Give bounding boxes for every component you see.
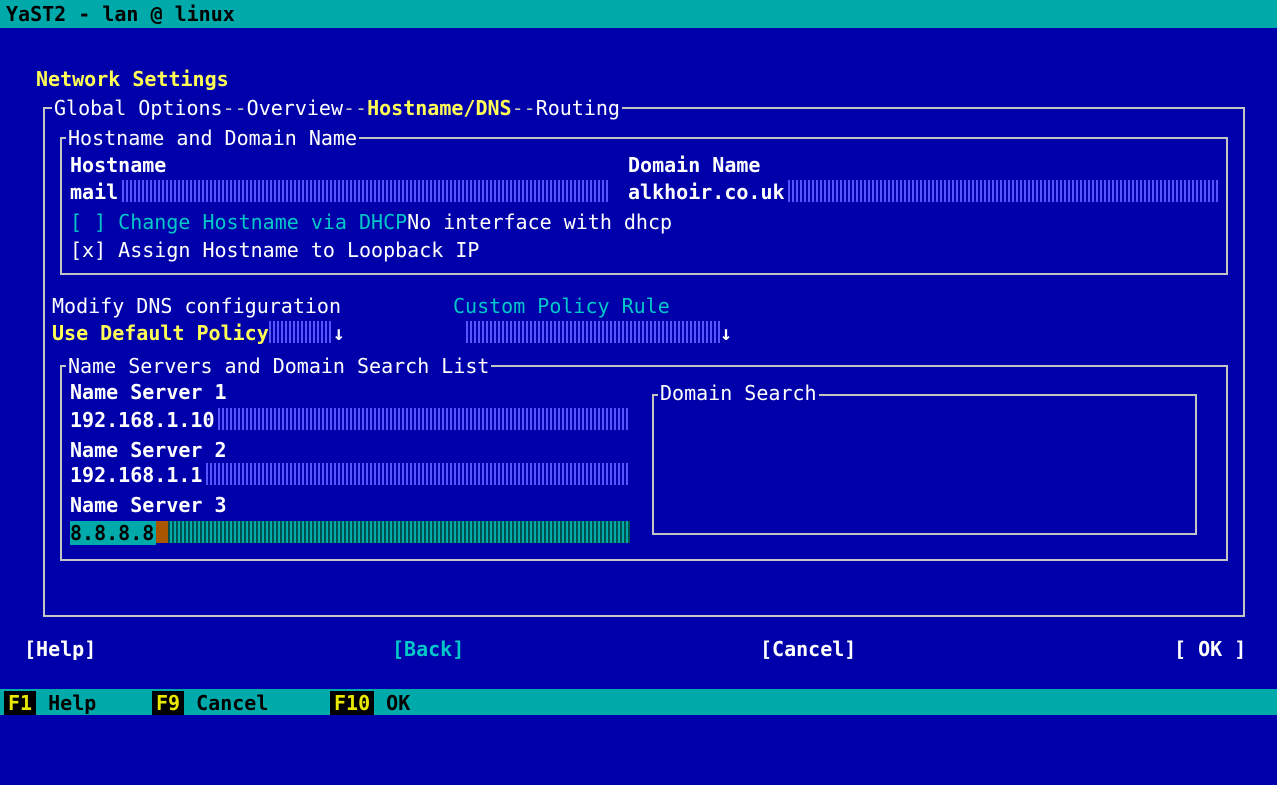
hostname-value: mail: [70, 180, 121, 204]
page-title: Network Settings: [36, 67, 229, 91]
back-button[interactable]: [Back]: [392, 637, 464, 661]
nameservers-group-legend: Name Servers and Domain Search List: [66, 354, 492, 378]
f9-key-action: Cancel: [196, 691, 269, 715]
dhcp-checkbox[interactable]: [ ]: [70, 210, 106, 234]
hostname-label: Hostname: [70, 153, 167, 177]
dhcp-note: No interface with dhcp: [407, 210, 673, 234]
name-server-3-value: 8.8.8.8: [70, 521, 157, 545]
f10-ok-key[interactable]: F10 OK: [330, 691, 410, 715]
text-cursor: [156, 521, 169, 543]
custom-policy-combo[interactable]: ↓: [466, 321, 732, 345]
help-button[interactable]: [Help]: [24, 637, 96, 661]
tab-bar: Global Options--Overview--Hostname/DNS--…: [52, 96, 622, 120]
name-server-3-input[interactable]: 8.8.8.8: [70, 521, 630, 545]
domain-search-legend: Domain Search: [658, 381, 819, 405]
domain-name-input[interactable]: alkhoir.co.uk: [628, 180, 1218, 204]
f9-cancel-key[interactable]: F9 Cancel: [152, 691, 268, 715]
f1-key-action: Help: [48, 691, 97, 715]
loopback-checkbox-label: Assign Hostname to Loopback IP: [118, 238, 480, 262]
f9-key-label: F9: [152, 691, 185, 715]
name-server-2-value: 192.168.1.1: [70, 463, 205, 487]
domain-name-value: alkhoir.co.uk: [628, 180, 787, 204]
loopback-checkbox[interactable]: [x]: [70, 238, 106, 262]
tab-routing[interactable]: Routing: [536, 96, 620, 120]
tab-hostname-dns[interactable]: Hostname/DNS: [367, 96, 512, 120]
f10-key-action: OK: [386, 691, 411, 715]
name-server-2-input[interactable]: 192.168.1.1: [70, 463, 630, 487]
modify-dns-dropdown-icon[interactable]: ↓: [333, 321, 345, 345]
name-server-3-label: Name Server 3: [70, 493, 227, 517]
name-server-2-label: Name Server 2: [70, 438, 227, 462]
window-title: YaST2 - lan @ linux: [6, 2, 235, 26]
name-server-1-value: 192.168.1.10: [70, 408, 217, 432]
custom-policy-label: Custom Policy Rule: [453, 294, 670, 318]
ok-button[interactable]: [ OK ]: [1174, 637, 1246, 661]
name-server-1-label: Name Server 1: [70, 380, 227, 404]
name-server-1-input[interactable]: 192.168.1.10: [70, 408, 630, 432]
f10-key-label: F10: [330, 691, 375, 715]
cancel-button[interactable]: [Cancel]: [760, 637, 856, 661]
modify-dns-value: Use Default Policy: [52, 321, 269, 345]
domain-search-box[interactable]: [652, 394, 1197, 535]
modify-dns-label: Modify DNS configuration: [52, 294, 341, 318]
dhcp-checkbox-row[interactable]: [ ] Change Hostname via DHCPNo interface…: [70, 210, 672, 234]
modify-dns-combo[interactable]: Use Default Policy ↓: [52, 321, 345, 345]
tab-global-options[interactable]: Global Options: [54, 96, 223, 120]
function-key-bar: F1 Help F9 Cancel F10 OK: [0, 689, 1277, 715]
f1-help-key[interactable]: F1 Help: [4, 691, 96, 715]
domain-name-label: Domain Name: [628, 153, 761, 177]
dhcp-checkbox-label: Change Hostname via DHCP: [118, 210, 408, 234]
hostname-group-legend: Hostname and Domain Name: [66, 126, 359, 150]
title-bar: YaST2 - lan @ linux: [0, 0, 1277, 28]
f1-key-label: F1: [4, 691, 37, 715]
loopback-checkbox-row[interactable]: [x] Assign Hostname to Loopback IP: [70, 238, 479, 262]
tab-overview[interactable]: Overview: [247, 96, 343, 120]
hostname-input[interactable]: mail: [70, 180, 610, 204]
custom-policy-dropdown-icon[interactable]: ↓: [720, 321, 732, 345]
